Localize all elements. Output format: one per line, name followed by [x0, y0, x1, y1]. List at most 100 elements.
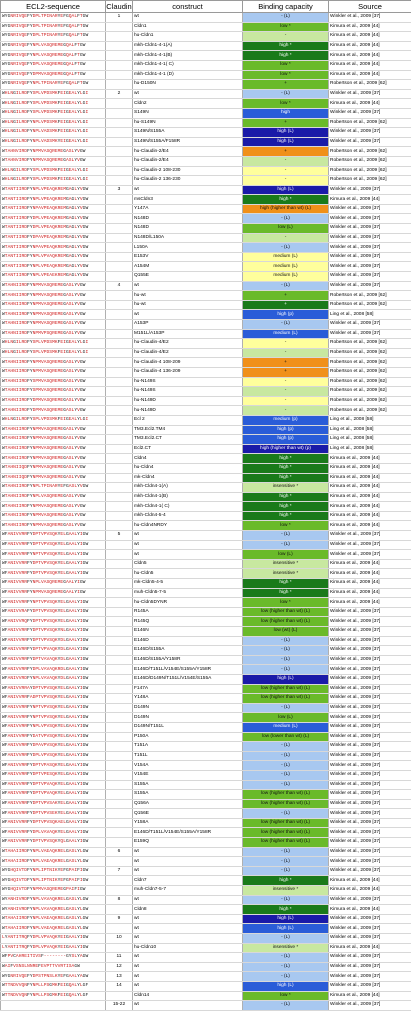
table-body: WYGNRIVQEFYDPLTPINARYEFGQALFTGW1wt- (L)W…: [1, 13, 411, 1011]
construct: S155A: [133, 780, 243, 790]
table-row: WFANIVVRRFYNPTVPVSQKYELGAALYIGWD149Nlow …: [1, 713, 411, 723]
binding-capacity: high: [243, 108, 329, 118]
binding-capacity: -: [243, 377, 329, 387]
claudin-number: [106, 99, 133, 109]
table-row: WFANIVVRRFADPTVPVSQKYELGAALYIGWY148Alow …: [1, 694, 411, 704]
table-row: WTAHAIIRDFYNPLVAEAQKRELGASLYLGWwthigh (L…: [1, 924, 411, 934]
ecl2-sequence: WTAHNIIRDFYNPMVASQREMEGASLYVGW: [1, 358, 106, 368]
binding-capacity: high (L): [243, 981, 329, 991]
source: Robertson et al., 2009 [62]: [329, 348, 411, 358]
claudin-number: [106, 310, 133, 320]
table-row: WFANIVVRRFYDPTVPVSAKYELGAALYIGWQ156Alow …: [1, 799, 411, 809]
binding-capacity: high (L): [243, 128, 329, 138]
ecl2-sequence: WFANIVVRRFYDATVPVSQKYELGAALYIGW: [1, 732, 106, 742]
construct: T151L: [133, 751, 243, 761]
source: Winkler et al., 2009 [37]: [329, 953, 411, 963]
binding-capacity: high (p): [243, 435, 329, 445]
table-row: WTAHNVIRDFYNPMVASQREMEGASLYVGWhu-Claudin…: [1, 147, 411, 157]
construct: hu-D150N: [133, 80, 243, 90]
ecl2-sequence: WHLNGILRDFYNPLVADSMKFEIGEALYLGI: [1, 128, 106, 138]
source: Winkler et al., 2009 [37]: [329, 838, 411, 848]
ecl2-sequence: WTAHNIIRDFYNPLVASQREMEGASLYVGW: [1, 492, 106, 502]
binding-capacity: high *: [243, 473, 329, 483]
binding-capacity: high (L): [243, 185, 329, 195]
construct: hu-Claudin-4/E2: [133, 348, 243, 358]
construct: mkh-Cldn1-4-1( C): [133, 60, 243, 70]
table-row: WTAHNIIRDFYNPMVASQREMEGASLYVGW4wt- (L)Wi…: [1, 281, 411, 291]
ecl2-sequence: WTANTIIRDFYDPLVPEAQKREMGAGLYVGW: [1, 224, 106, 234]
binding-capacity: high (L): [243, 914, 329, 924]
ecl2-sequence: WTANTIIRDFYNPLVPEAQKREMGAGLYVGW: [1, 262, 106, 272]
binding-capacity: +: [243, 147, 329, 157]
table-row: WTAHNIIRDFYNPLVASQREMEGASLYVGWmkh-Cldn4-…: [1, 492, 411, 502]
ecl2-sequence: WHLNGILRDFYSPLVPDSMKFEIGEALYLGI: [1, 166, 106, 176]
construct: wt: [133, 962, 243, 972]
header-construct: construct: [133, 1, 243, 13]
binding-capacity: high *: [243, 454, 329, 464]
source: Winkler et al., 2009 [37]: [329, 684, 411, 694]
ecl2-sequence: WFANIVVRRFYDPAVPVSQKYELGAALYIGW: [1, 742, 106, 752]
construct: E146D/D149N/T151L/V154E/S155A: [133, 674, 243, 684]
claudin-number: [106, 454, 133, 464]
ecl2-sequence: WYGNRIVQEFYDPLTPINARYEFGQALFTGW: [1, 13, 106, 23]
source: Winkler et al., 2009 [37]: [329, 694, 411, 704]
construct: wt: [133, 924, 243, 934]
table-row: WTAHNIIRDFYSPMVASQREMEGASLYVGWhu-N149S-R…: [1, 387, 411, 397]
table-row: WFANIVVRRFYDPTVPVSQKYQLGAALYIGWE159Qlow …: [1, 838, 411, 848]
binding-capacity: -: [243, 348, 329, 358]
source: Winkler et al., 2009 [37]: [329, 128, 411, 138]
claudin-number: [106, 924, 133, 934]
claudin-number: [106, 694, 133, 704]
table-row: WTAHNIIRDFYNPMVASQREMEGASLYVGWmkh-Cldn4-…: [1, 502, 411, 512]
source: Winkler et al., 2009 [37]: [329, 981, 411, 991]
construct: E146D/T151L/V154E/S155A/Y158R: [133, 665, 243, 675]
binding-capacity: medium (L): [243, 329, 329, 339]
ecl2-sequence: WTANTIIRDFYNPLVPVAQKREMGAGLYVGW: [1, 252, 106, 262]
source: Winkler et al., 2009 [37]: [329, 665, 411, 675]
construct: wt: [133, 540, 243, 550]
ecl2-sequence: WHLNGILRDFYNPLVPDSMKFEIGEALYLGI: [1, 118, 106, 128]
ecl2-sequence: WTAHNIIRDFYSPMVASQREMEGASLYVGW: [1, 387, 106, 397]
claudin-number: [106, 838, 133, 848]
header-binding: Binding capacity: [243, 1, 329, 13]
binding-capacity: low (higher than wt) (L): [243, 607, 329, 617]
construct: D149N: [133, 713, 243, 723]
claudin-number: [106, 943, 133, 953]
binding-capacity: high *: [243, 492, 329, 502]
ecl2-sequence: WFANIVVRRFYNPTVPVSQKYELGAALYIGW: [1, 713, 106, 723]
source: Winkler et al., 2009 [37]: [329, 1001, 411, 1011]
table-row: WHLNGILRDFYSPLVPDSMKFEIGEALYLGIEcl 2medi…: [1, 415, 411, 425]
construct: E146D/T151L/V154E/S155A/Y158R: [133, 828, 243, 838]
ecl2-sequence: WTANTIIRDFYNPLVPEAQKREMGAGLYVGW: [1, 185, 106, 195]
construct: E146D/S155A/Y158R: [133, 655, 243, 665]
table-row: WYGNRIVQEFYNPLTPINARYEFGQALFTGWhu-D150N+…: [1, 80, 411, 90]
source: Winkler et al., 2009 [37]: [329, 790, 411, 800]
binding-capacity: - (L): [243, 655, 329, 665]
binding-capacity: - (L): [243, 847, 329, 857]
claudin-number: [106, 828, 133, 838]
binding-capacity: - (L): [243, 953, 329, 963]
construct: wt: [133, 953, 243, 963]
claudin-number: [106, 51, 133, 61]
claudin-number: [106, 396, 133, 406]
table-row: WFANIVVRAFYDPTVPVSQKYELGAALYIGWR145Alow …: [1, 607, 411, 617]
binding-capacity: high (higher than wt) (p): [243, 444, 329, 454]
source: Kimura et al., 2009 [44]: [329, 598, 411, 608]
table-row: WHLNGILRDFYSPLVPDSMKFEIGEALYLGICldn2low …: [1, 99, 411, 109]
ecl2-sequence: WFANIVVRRFYDPTVPVSQKAELGAALYIGW: [1, 818, 106, 828]
construct: E146N: [133, 627, 243, 637]
claudin-number: [106, 339, 133, 349]
claudin-number: 4: [106, 281, 133, 291]
binding-capacity: high (L): [243, 924, 329, 934]
source: Robertson et al., 2009 [62]: [329, 80, 411, 90]
header-claudin: Claudin: [106, 1, 133, 13]
ecl2-sequence: WTANTIIRDFYDPAVPEAQKREMGAGLYVGW: [1, 233, 106, 243]
construct: hu-Cldn4NRDY: [133, 521, 243, 531]
claudin-number: [106, 511, 133, 521]
construct: wt: [133, 281, 243, 291]
binding-capacity: medium (L): [243, 262, 329, 272]
construct: Y147A: [133, 204, 243, 214]
ecl2-sequence: WTAHNIIRDFYNPMVASQREMEGASLYVGW: [1, 454, 106, 464]
table-row: WHLNGILRDFYNPLVADSMKYEIGEALYLGIS149N/S15…: [1, 137, 411, 147]
source: Winkler et al., 2009 [37]: [329, 329, 411, 339]
